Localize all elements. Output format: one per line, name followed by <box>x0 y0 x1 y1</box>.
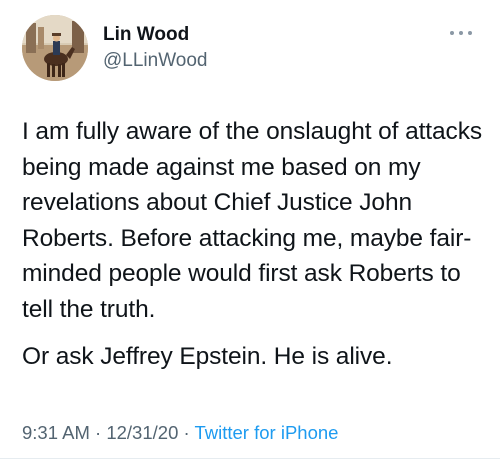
tweet-card: Lin Wood @LLinWood I am fully aware of t… <box>0 0 500 464</box>
meta-separator: · <box>183 422 190 443</box>
avatar[interactable] <box>22 15 88 81</box>
tweet-meta: 9:31 AM · 12/31/20 · Twitter for iPhone <box>22 422 338 444</box>
tweet-source-link[interactable]: Twitter for iPhone <box>194 422 338 443</box>
meta-separator: · <box>95 422 102 443</box>
divider <box>0 458 500 459</box>
dot <box>459 31 463 35</box>
tweet-text: I am fully aware of the onslaught of att… <box>22 114 492 375</box>
tweet-paragraph: I am fully aware of the onslaught of att… <box>22 118 482 323</box>
tweet-time[interactable]: 9:31 AM <box>22 422 90 443</box>
dot <box>468 31 472 35</box>
user-name[interactable]: Lin Wood <box>103 24 189 46</box>
user-handle[interactable]: @LLinWood <box>103 50 208 72</box>
tweet-paragraph: Or ask Jeffrey Epstein. He is alive. <box>22 343 393 370</box>
dot <box>450 31 454 35</box>
tweet-date[interactable]: 12/31/20 <box>106 422 178 443</box>
avatar-image <box>22 15 88 81</box>
more-dots-icon[interactable] <box>450 28 472 38</box>
